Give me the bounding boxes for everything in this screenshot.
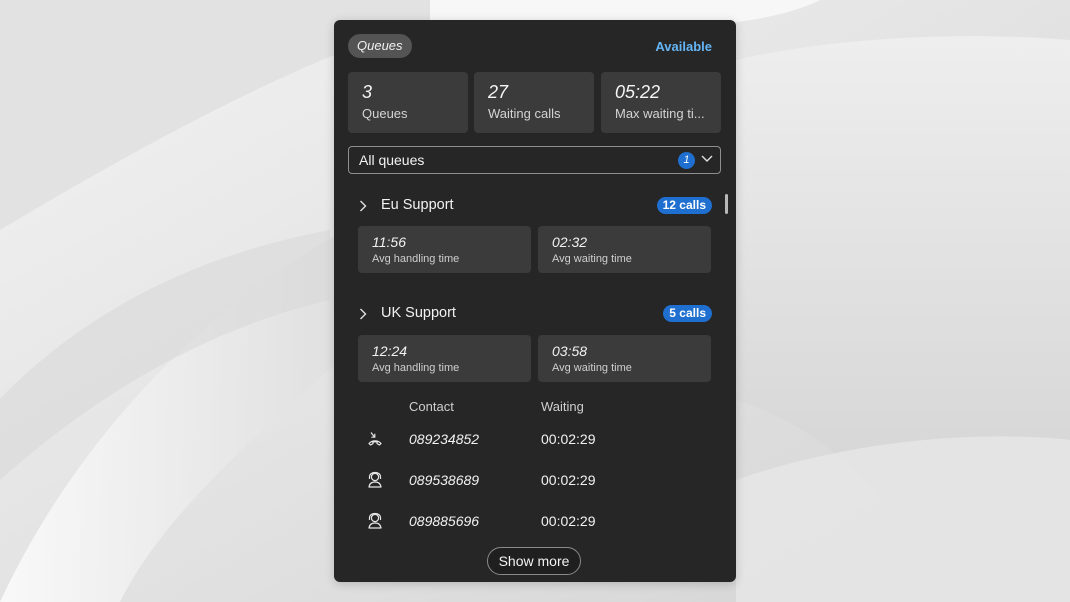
- stat-value: 05:22: [615, 82, 661, 102]
- metric-label: Avg waiting time: [552, 253, 632, 265]
- metric-avg-handling: 12:24 Avg handling time: [358, 335, 531, 382]
- calls-badge: 12 calls: [656, 197, 712, 214]
- show-more-button[interactable]: Show more: [487, 547, 581, 575]
- queue-name: UK Support: [381, 305, 456, 321]
- contact-row[interactable]: 089538689 00:02:29: [356, 465, 712, 495]
- metric-avg-handling: 11:56 Avg handling time: [358, 226, 531, 273]
- callback-icon: [368, 432, 382, 446]
- queue-filter-value: All queues: [359, 152, 425, 168]
- contact-row[interactable]: 089234852 00:02:29: [356, 424, 712, 454]
- metric-label: Avg waiting time: [552, 362, 632, 374]
- agent-icon: [368, 512, 382, 529]
- stat-value: 27: [488, 82, 509, 102]
- metric-avg-waiting: 03:58 Avg waiting time: [538, 335, 711, 382]
- scrollbar-thumb[interactable]: [725, 194, 728, 214]
- chevron-right-icon: [360, 308, 367, 320]
- chevron-right-icon: [360, 200, 367, 212]
- contact-row[interactable]: 089885696 00:02:29: [356, 506, 712, 536]
- metric-value: 11:56: [372, 234, 406, 250]
- waiting-time: 00:02:29: [541, 472, 596, 488]
- queue-name: Eu Support: [381, 197, 454, 213]
- chevron-down-icon: [701, 155, 713, 162]
- stat-card-max-waiting: 05:22 Max waiting ti...: [601, 72, 721, 133]
- metric-label: Avg handling time: [372, 253, 460, 265]
- stat-label: Max waiting ti...: [615, 106, 705, 121]
- queue-header-uk-support[interactable]: UK Support 5 calls: [356, 302, 712, 326]
- stat-value: 3: [362, 82, 373, 102]
- agent-status[interactable]: Available: [655, 39, 712, 54]
- waiting-time: 00:02:29: [541, 431, 596, 447]
- column-header-contact: Contact: [409, 399, 454, 414]
- metric-value: 12:24: [372, 343, 408, 359]
- stat-label: Queues: [362, 106, 408, 121]
- waiting-time: 00:02:29: [541, 513, 596, 529]
- column-header-waiting: Waiting: [541, 399, 584, 414]
- stat-label: Waiting calls: [488, 106, 561, 121]
- queues-pill[interactable]: Queues: [348, 34, 412, 58]
- metric-value: 02:32: [552, 234, 588, 250]
- metric-value: 03:58: [552, 343, 588, 359]
- filter-count-badge: 1: [678, 152, 695, 169]
- contact-number: 089234852: [409, 431, 480, 447]
- queue-header-eu-support[interactable]: Eu Support 12 calls: [356, 194, 712, 218]
- queues-panel: Queues Available 3 Queues 27 Waiting cal…: [334, 20, 736, 582]
- queue-filter-dropdown[interactable]: All queues 1: [348, 146, 721, 174]
- agent-icon: [368, 471, 382, 488]
- stat-card-waiting-calls: 27 Waiting calls: [474, 72, 594, 133]
- calls-badge: 5 calls: [663, 305, 712, 322]
- metric-label: Avg handling time: [372, 362, 460, 374]
- metric-avg-waiting: 02:32 Avg waiting time: [538, 226, 711, 273]
- stat-card-queues: 3 Queues: [348, 72, 468, 133]
- contact-number: 089885696: [409, 513, 480, 529]
- contact-number: 089538689: [409, 472, 480, 488]
